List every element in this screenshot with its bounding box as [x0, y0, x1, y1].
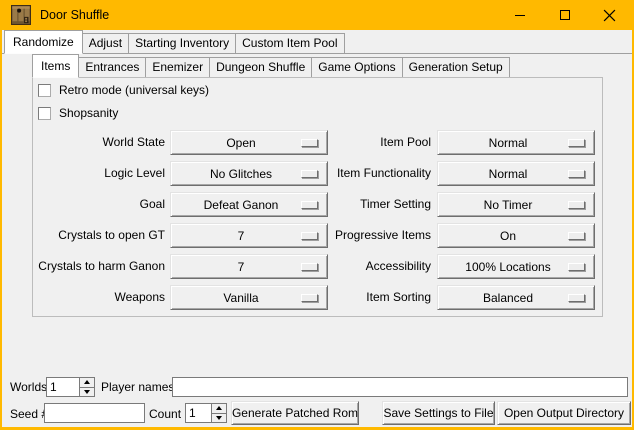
arrow-down-icon: [216, 416, 222, 420]
arrow-up-icon: [216, 406, 222, 410]
count-label: Count: [149, 404, 181, 424]
world-state-label: World State: [2, 130, 165, 155]
dropdown-indicator-icon: [568, 170, 585, 178]
tab-game-options[interactable]: Game Options: [311, 57, 402, 77]
tab-enemizer[interactable]: Enemizer: [145, 57, 210, 77]
spinner-arrows: [79, 378, 94, 396]
retro-mode-label: Retro mode (universal keys): [59, 83, 209, 97]
worlds-label: Worlds: [10, 377, 47, 397]
tab-starting-inventory[interactable]: Starting Inventory: [128, 33, 236, 53]
spinner-arrows: [211, 404, 226, 422]
window-title: Door Shuffle: [40, 8, 109, 22]
tab-dungeon-shuffle[interactable]: Dungeon Shuffle: [209, 57, 312, 77]
item-functionality-value: Normal: [489, 167, 528, 181]
weapons-label: Weapons: [2, 285, 165, 310]
world-state-value: Open: [226, 136, 255, 150]
spin-down-button[interactable]: [80, 388, 94, 397]
option-row: World State Open Item Pool Normal: [2, 130, 634, 155]
count-value: 1: [186, 404, 211, 422]
progressive-items-dropdown[interactable]: On: [437, 223, 595, 248]
timer-setting-label: Timer Setting: [268, 192, 431, 217]
crystals-gt-label: Crystals to open GT: [2, 223, 165, 248]
minimize-icon: [514, 9, 526, 21]
shopsanity-checkbox[interactable]: [38, 107, 51, 120]
seed-input[interactable]: [44, 403, 145, 423]
minimize-button[interactable]: [497, 0, 542, 30]
generate-patched-rom-button[interactable]: Generate Patched Rom: [231, 401, 359, 425]
tab-generation-setup[interactable]: Generation Setup: [402, 57, 510, 77]
close-button[interactable]: [587, 0, 632, 30]
logic-level-label: Logic Level: [2, 161, 165, 186]
option-row: Goal Defeat Ganon Timer Setting No Timer: [2, 192, 634, 217]
seed-label: Seed #: [10, 404, 48, 424]
accessibility-value: 100% Locations: [465, 260, 550, 274]
door-icon: [11, 5, 31, 25]
progressive-items-value: On: [500, 229, 516, 243]
option-row: Crystals to open GT 7 Progressive Items …: [2, 223, 634, 248]
spin-up-button[interactable]: [80, 378, 94, 388]
player-names-input[interactable]: [172, 377, 628, 397]
worlds-spinbox[interactable]: 1: [46, 377, 95, 397]
crystals-ganon-value: 7: [238, 260, 245, 274]
item-pool-dropdown[interactable]: Normal: [437, 130, 595, 155]
option-row: Logic Level No Glitches Item Functionali…: [2, 161, 634, 186]
maximize-icon: [559, 9, 571, 21]
count-spinbox[interactable]: 1: [185, 403, 227, 423]
progressive-items-label: Progressive Items: [268, 223, 431, 248]
item-sorting-dropdown[interactable]: Balanced: [437, 285, 595, 310]
item-sorting-value: Balanced: [483, 291, 533, 305]
item-pool-label: Item Pool: [268, 130, 431, 155]
tab-custom-item-pool[interactable]: Custom Item Pool: [235, 33, 344, 53]
retro-mode-row: Retro mode (universal keys): [38, 82, 209, 98]
shopsanity-row: Shopsanity: [38, 105, 118, 121]
dropdown-indicator-icon: [568, 201, 585, 209]
tab-adjust[interactable]: Adjust: [82, 33, 129, 53]
inner-tab-bar: Items Entrances Enemizer Dungeon Shuffle…: [32, 55, 509, 77]
retro-mode-checkbox[interactable]: [38, 84, 51, 97]
option-row: Weapons Vanilla Item Sorting Balanced: [2, 285, 634, 310]
logic-level-value: No Glitches: [210, 167, 272, 181]
arrow-down-icon: [84, 390, 90, 394]
shopsanity-label: Shopsanity: [59, 106, 118, 120]
door-shuffle-window: Door Shuffle Randomize Adjust Starting I…: [0, 0, 634, 430]
item-pool-value: Normal: [489, 136, 528, 150]
window-controls: [497, 0, 632, 30]
dropdown-indicator-icon: [568, 294, 585, 302]
maximize-button[interactable]: [542, 0, 587, 30]
timer-setting-value: No Timer: [484, 198, 533, 212]
dropdown-indicator-icon: [568, 139, 585, 147]
item-functionality-dropdown[interactable]: Normal: [437, 161, 595, 186]
dropdown-indicator-icon: [568, 263, 585, 271]
worlds-value: 1: [47, 378, 79, 396]
open-output-directory-button[interactable]: Open Output Directory: [497, 401, 631, 425]
item-functionality-label: Item Functionality: [268, 161, 431, 186]
accessibility-label: Accessibility: [268, 254, 431, 279]
tab-randomize[interactable]: Randomize: [4, 30, 83, 54]
weapons-value: Vanilla: [223, 291, 258, 305]
crystals-ganon-label: Crystals to harm Ganon: [2, 254, 165, 279]
dropdown-indicator-icon: [568, 232, 585, 240]
save-settings-button[interactable]: Save Settings to File: [382, 401, 495, 425]
tab-entrances[interactable]: Entrances: [78, 57, 146, 77]
arrow-up-icon: [84, 380, 90, 384]
option-row: Crystals to harm Ganon 7 Accessibility 1…: [2, 254, 634, 279]
titlebar[interactable]: Door Shuffle: [2, 0, 632, 30]
goal-label: Goal: [2, 192, 165, 217]
outer-tab-bar: Randomize Adjust Starting Inventory Cust…: [2, 30, 632, 54]
spin-down-button[interactable]: [212, 414, 226, 423]
spin-up-button[interactable]: [212, 404, 226, 414]
close-icon: [603, 9, 616, 22]
timer-setting-dropdown[interactable]: No Timer: [437, 192, 595, 217]
tab-items[interactable]: Items: [32, 54, 79, 78]
crystals-gt-value: 7: [238, 229, 245, 243]
item-sorting-label: Item Sorting: [268, 285, 431, 310]
player-names-label: Player names: [101, 377, 174, 397]
accessibility-dropdown[interactable]: 100% Locations: [437, 254, 595, 279]
